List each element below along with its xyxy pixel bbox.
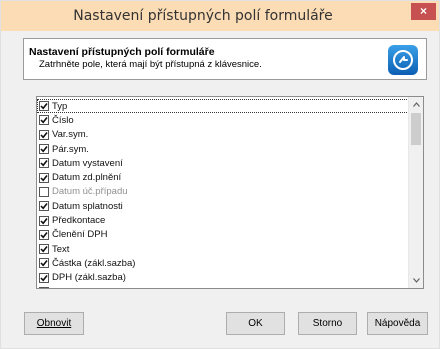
checklist-item-label: Pár.sym.: [52, 143, 89, 155]
checkmark-icon: [40, 146, 48, 153]
checklist-item[interactable]: DPH (zákl.sazba): [37, 271, 409, 285]
checklist-item-label: Text: [52, 243, 70, 255]
scroll-thumb[interactable]: [411, 113, 421, 145]
checkmark-icon: [40, 174, 48, 182]
checklist-item-label: Číslo: [52, 114, 74, 126]
checklist-item-label: Částka (zákl.sazba): [52, 257, 136, 269]
help-button[interactable]: Nápověda: [367, 312, 428, 335]
checkmark-icon: [40, 274, 48, 282]
ok-button[interactable]: OK: [226, 312, 285, 335]
checkmark-icon: [40, 203, 48, 210]
checklist-item-label: Datum úč.případu: [52, 186, 128, 198]
checklist-item[interactable]: Var.sym.: [37, 128, 409, 142]
checkbox[interactable]: [39, 215, 49, 226]
checklist-item[interactable]: Text: [37, 242, 409, 256]
checkbox[interactable]: [39, 201, 49, 212]
checklist-item-label: Var.sym.: [52, 129, 89, 141]
fields-checklist[interactable]: Typ Číslo Var.sym. Pár.sym. Datum vystavení D…: [36, 96, 424, 289]
checklist-item[interactable]: Datum splatnosti: [37, 199, 409, 213]
checkbox[interactable]: [39, 144, 49, 155]
checkbox[interactable]: [39, 172, 49, 183]
checkmark-icon: [40, 160, 48, 167]
checkmark-icon: [40, 117, 48, 124]
checkbox[interactable]: [39, 287, 49, 289]
checkmark-icon: [40, 217, 48, 225]
scroll-down-button[interactable]: [409, 273, 423, 288]
checkmark-icon: [40, 260, 48, 267]
checklist-item[interactable]: Členění DPH: [37, 228, 409, 242]
checklist-item-label: DPH (zákl.sazba): [52, 272, 126, 284]
checkmark-icon: [40, 288, 48, 289]
checkbox[interactable]: [39, 229, 49, 240]
dialog-header: Nastavení přístupných polí formuláře Zat…: [23, 38, 427, 80]
checklist-item-label: Datum vystavení: [52, 157, 123, 169]
close-button[interactable]: ×: [411, 3, 436, 20]
vertical-scrollbar[interactable]: [408, 97, 423, 288]
checklist-item[interactable]: Číslo: [37, 113, 409, 127]
close-icon: ×: [419, 4, 427, 18]
refresh-button[interactable]: Obnovit: [24, 312, 84, 335]
checklist-item[interactable]: Částka (zákl.sazba): [37, 256, 409, 270]
title-bar[interactable]: Nastavení přístupných polí formuláře ×: [1, 1, 439, 31]
checkmark-icon: [40, 131, 48, 139]
checkbox[interactable]: [39, 258, 49, 269]
chevron-down-icon: [413, 278, 420, 283]
checklist-items: Typ Číslo Var.sym. Pár.sym. Datum vystavení D…: [37, 99, 409, 289]
window-title: Nastavení přístupných polí formuláře: [73, 8, 333, 24]
checklist-item[interactable]: Datum zd.plnění: [37, 170, 409, 184]
checkbox[interactable]: [39, 158, 49, 169]
dialog-window: Nastavení přístupných polí formuláře × N…: [0, 0, 440, 349]
checklist-item[interactable]: Celkem (zákl.sazba): [37, 285, 409, 289]
checklist-item-label: Předkontace: [52, 215, 106, 227]
checkmark-icon: [40, 103, 48, 110]
checkbox[interactable]: [39, 129, 49, 140]
checklist-item[interactable]: Datum vystavení: [37, 156, 409, 170]
header-subtitle: Zatrhněte pole, která mají být přístupná…: [39, 59, 262, 70]
header-title: Nastavení přístupných polí formuláře: [29, 46, 215, 58]
checklist-item-label: Datum zd.plnění: [52, 172, 122, 184]
checklist-item[interactable]: Datum úč.případu: [37, 185, 409, 199]
cancel-button[interactable]: Storno: [298, 312, 357, 335]
checkbox[interactable]: [39, 115, 49, 126]
checklist-item-label: Typ: [52, 100, 68, 112]
checkbox[interactable]: [39, 244, 49, 255]
checkbox[interactable]: [39, 272, 49, 283]
scroll-up-button[interactable]: [409, 97, 423, 112]
checklist-item-label: Celkem (zákl.sazba): [52, 287, 138, 289]
checklist-item[interactable]: Pár.sym.: [37, 142, 409, 156]
checklist-item[interactable]: Předkontace: [37, 213, 409, 227]
checkmark-icon: [40, 231, 48, 239]
help-circle-arrow-icon: [388, 45, 418, 75]
checkbox[interactable]: [39, 186, 49, 197]
checklist-item-label: Datum splatnosti: [52, 200, 123, 212]
checklist-item[interactable]: Typ: [37, 99, 409, 114]
checklist-item-label: Členění DPH: [52, 229, 108, 241]
checkmark-icon: [40, 246, 48, 253]
checkbox[interactable]: [39, 101, 49, 112]
chevron-up-icon: [413, 102, 420, 107]
